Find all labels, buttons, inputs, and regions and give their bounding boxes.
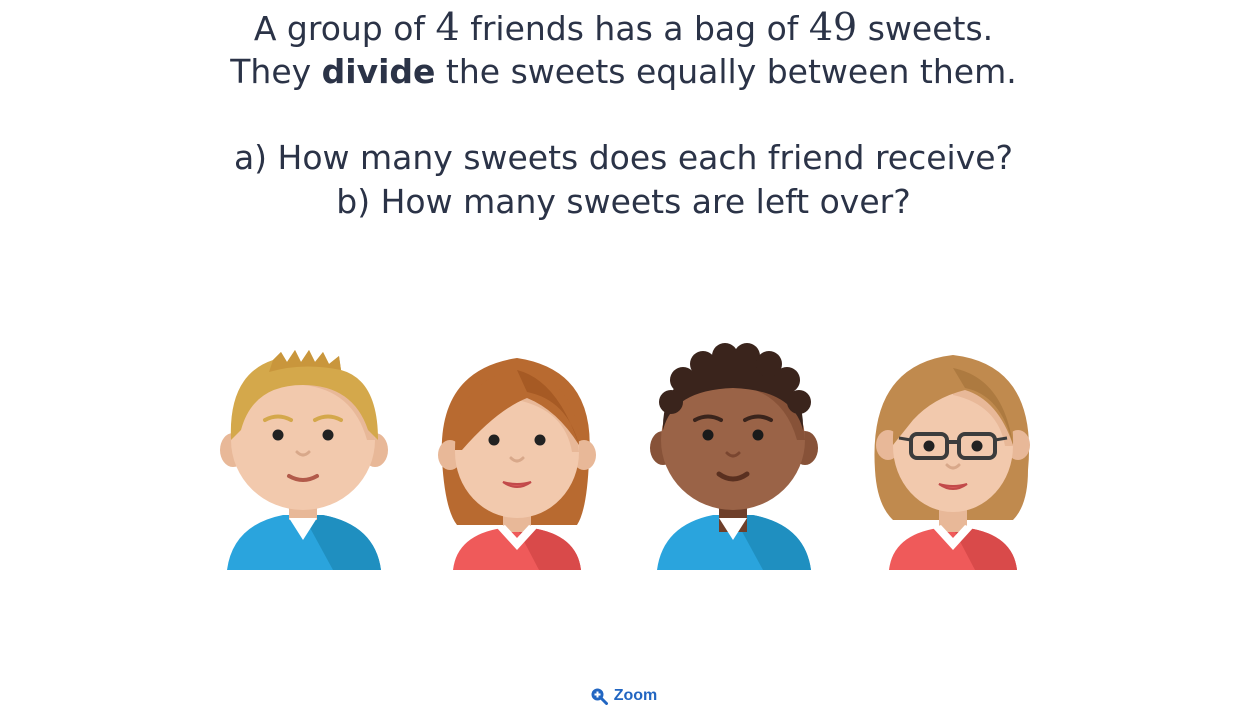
zoom-button[interactable]: Zoom bbox=[590, 687, 658, 705]
question-part-b: b) How many sweets are left over? bbox=[336, 182, 911, 221]
zoom-label: Zoom bbox=[613, 687, 658, 704]
friends-illustration bbox=[0, 340, 1247, 580]
sweets-count: 49 bbox=[808, 5, 858, 49]
friend-girl-auburn-avatar bbox=[438, 358, 596, 570]
question-part-a: a) How many sweets does each friend rece… bbox=[233, 138, 1014, 177]
question-line-1: A group of 4 friends has a bag of 49 swe… bbox=[0, 8, 1247, 46]
line1-text-a: A group of bbox=[253, 9, 436, 48]
friend-boy-dark-avatar bbox=[650, 343, 818, 570]
friend-girl-glasses-avatar bbox=[874, 355, 1030, 570]
line1-text-c: sweets. bbox=[857, 9, 994, 48]
line2-text-a: They bbox=[230, 52, 322, 91]
friends-count: 4 bbox=[435, 5, 460, 49]
zoom-in-icon bbox=[591, 688, 608, 705]
divide-keyword: divide bbox=[321, 52, 436, 91]
line1-text-b: friends has a bag of bbox=[459, 9, 809, 48]
friend-boy-blond-avatar bbox=[220, 350, 388, 570]
zoom-control: Zoom bbox=[0, 687, 1247, 710]
line2-text-b: the sweets equally between them. bbox=[435, 52, 1017, 91]
question-line-2: They divide the sweets equally between t… bbox=[0, 55, 1247, 88]
